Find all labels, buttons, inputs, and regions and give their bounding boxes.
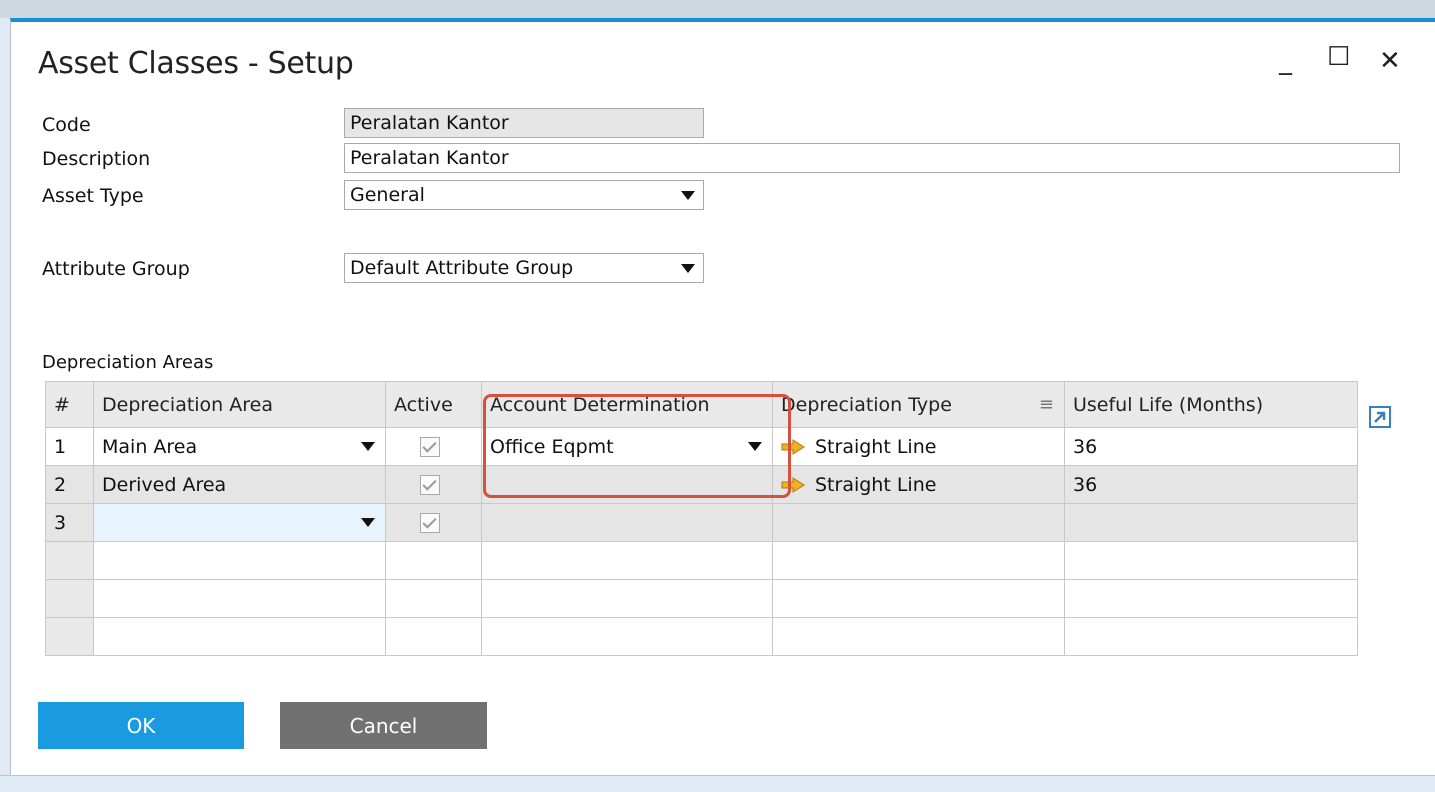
row-number	[45, 617, 94, 656]
link-arrow-icon[interactable]	[781, 477, 805, 493]
link-arrow-icon[interactable]	[781, 439, 805, 455]
asset-classes-window: Asset Classes - Setup _ ☐ ✕ Code Peralat…	[10, 18, 1435, 775]
attribute-group-label: Attribute Group	[42, 258, 190, 280]
table-row[interactable]	[45, 617, 1358, 656]
column-header-number: #	[45, 381, 94, 428]
code-field[interactable]: Peralatan Kantor	[344, 108, 704, 138]
empty-cell[interactable]	[93, 579, 386, 618]
empty-cell[interactable]	[772, 579, 1065, 618]
column-header-depreciation-type[interactable]: Depreciation Type ≡	[772, 381, 1065, 428]
description-label: Description	[42, 148, 151, 170]
empty-cell[interactable]	[1064, 541, 1358, 580]
chevron-down-icon	[681, 264, 695, 273]
row-number: 1	[45, 427, 94, 466]
table-row[interactable]: 2 Derived Area Straight Line 36	[45, 465, 1358, 504]
account-determination-cell[interactable]	[481, 465, 773, 504]
table-row[interactable]: 3	[45, 503, 1358, 542]
account-determination-cell[interactable]: Office Eqpmt	[481, 427, 773, 466]
empty-cell[interactable]	[481, 617, 773, 656]
close-icon[interactable]: ✕	[1379, 46, 1401, 76]
row-number: 3	[45, 503, 94, 542]
attribute-group-dropdown[interactable]: Default Attribute Group	[344, 253, 704, 283]
minimize-icon[interactable]: _	[1279, 46, 1292, 76]
table-row[interactable]	[45, 579, 1358, 618]
active-checkbox[interactable]	[420, 475, 440, 495]
chevron-down-icon[interactable]	[748, 442, 762, 451]
active-checkbox[interactable]	[420, 437, 440, 457]
background-strip	[0, 0, 1435, 18]
column-header-useful-life[interactable]: Useful Life (Months)	[1064, 381, 1358, 428]
window-title: Asset Classes - Setup	[38, 46, 354, 81]
asset-type-value: General	[350, 184, 425, 206]
active-cell[interactable]	[385, 503, 482, 542]
ok-button[interactable]: OK	[38, 702, 244, 749]
chevron-down-icon[interactable]	[361, 518, 375, 527]
depreciation-area-cell[interactable]: Main Area	[93, 427, 386, 466]
empty-cell[interactable]	[1064, 579, 1358, 618]
cancel-button[interactable]: Cancel	[280, 702, 487, 749]
maximize-icon[interactable]: ☐	[1327, 42, 1350, 72]
table-row[interactable]: 1 Main Area Office Eqpmt Straight Line 3…	[45, 427, 1358, 466]
row-number	[45, 541, 94, 580]
empty-cell[interactable]	[93, 541, 386, 580]
background-strip-bottom	[0, 775, 1435, 792]
table-row[interactable]	[45, 541, 1358, 580]
code-label: Code	[42, 114, 91, 136]
empty-cell[interactable]	[385, 617, 482, 656]
empty-cell[interactable]	[385, 541, 482, 580]
active-cell[interactable]	[385, 465, 482, 504]
active-checkbox[interactable]	[420, 513, 440, 533]
expand-table-icon[interactable]	[1369, 406, 1391, 428]
useful-life-cell[interactable]	[1064, 503, 1358, 542]
depreciation-type-cell[interactable]: Straight Line	[772, 465, 1065, 504]
empty-cell[interactable]	[481, 541, 773, 580]
chevron-down-icon	[681, 191, 695, 200]
depreciation-type-cell[interactable]	[772, 503, 1065, 542]
row-number: 2	[45, 465, 94, 504]
depreciation-type-value: Straight Line	[815, 473, 937, 496]
depreciation-areas-table: # Depreciation Area Active Account Deter…	[45, 381, 1358, 656]
chevron-down-icon[interactable]	[361, 442, 375, 451]
depreciation-area-cell[interactable]: Derived Area	[93, 465, 386, 504]
useful-life-cell[interactable]: 36	[1064, 427, 1358, 466]
empty-cell[interactable]	[1064, 617, 1358, 656]
depreciation-area-cell[interactable]	[93, 503, 386, 542]
empty-cell[interactable]	[93, 617, 386, 656]
column-header-account-determination[interactable]: Account Determination	[481, 381, 773, 428]
empty-cell[interactable]	[772, 617, 1065, 656]
column-header-depreciation-area[interactable]: Depreciation Area	[93, 381, 386, 428]
asset-type-label: Asset Type	[42, 185, 144, 207]
asset-type-dropdown[interactable]: General	[344, 180, 704, 210]
column-header-active[interactable]: Active	[385, 381, 482, 428]
row-number	[45, 579, 94, 618]
menu-icon[interactable]: ≡	[1039, 394, 1054, 415]
depreciation-type-value: Straight Line	[815, 435, 937, 458]
account-determination-value: Office Eqpmt	[490, 435, 614, 458]
useful-life-cell[interactable]: 36	[1064, 465, 1358, 504]
description-field[interactable]: Peralatan Kantor	[344, 143, 1400, 173]
account-determination-cell[interactable]	[481, 503, 773, 542]
empty-cell[interactable]	[772, 541, 1065, 580]
depreciation-area-value: Main Area	[102, 435, 198, 458]
empty-cell[interactable]	[481, 579, 773, 618]
active-cell[interactable]	[385, 427, 482, 466]
empty-cell[interactable]	[385, 579, 482, 618]
attribute-group-value: Default Attribute Group	[350, 257, 574, 279]
depreciation-type-cell[interactable]: Straight Line	[772, 427, 1065, 466]
column-header-depreciation-type-label: Depreciation Type	[781, 393, 952, 416]
depreciation-areas-label: Depreciation Areas	[42, 352, 214, 373]
